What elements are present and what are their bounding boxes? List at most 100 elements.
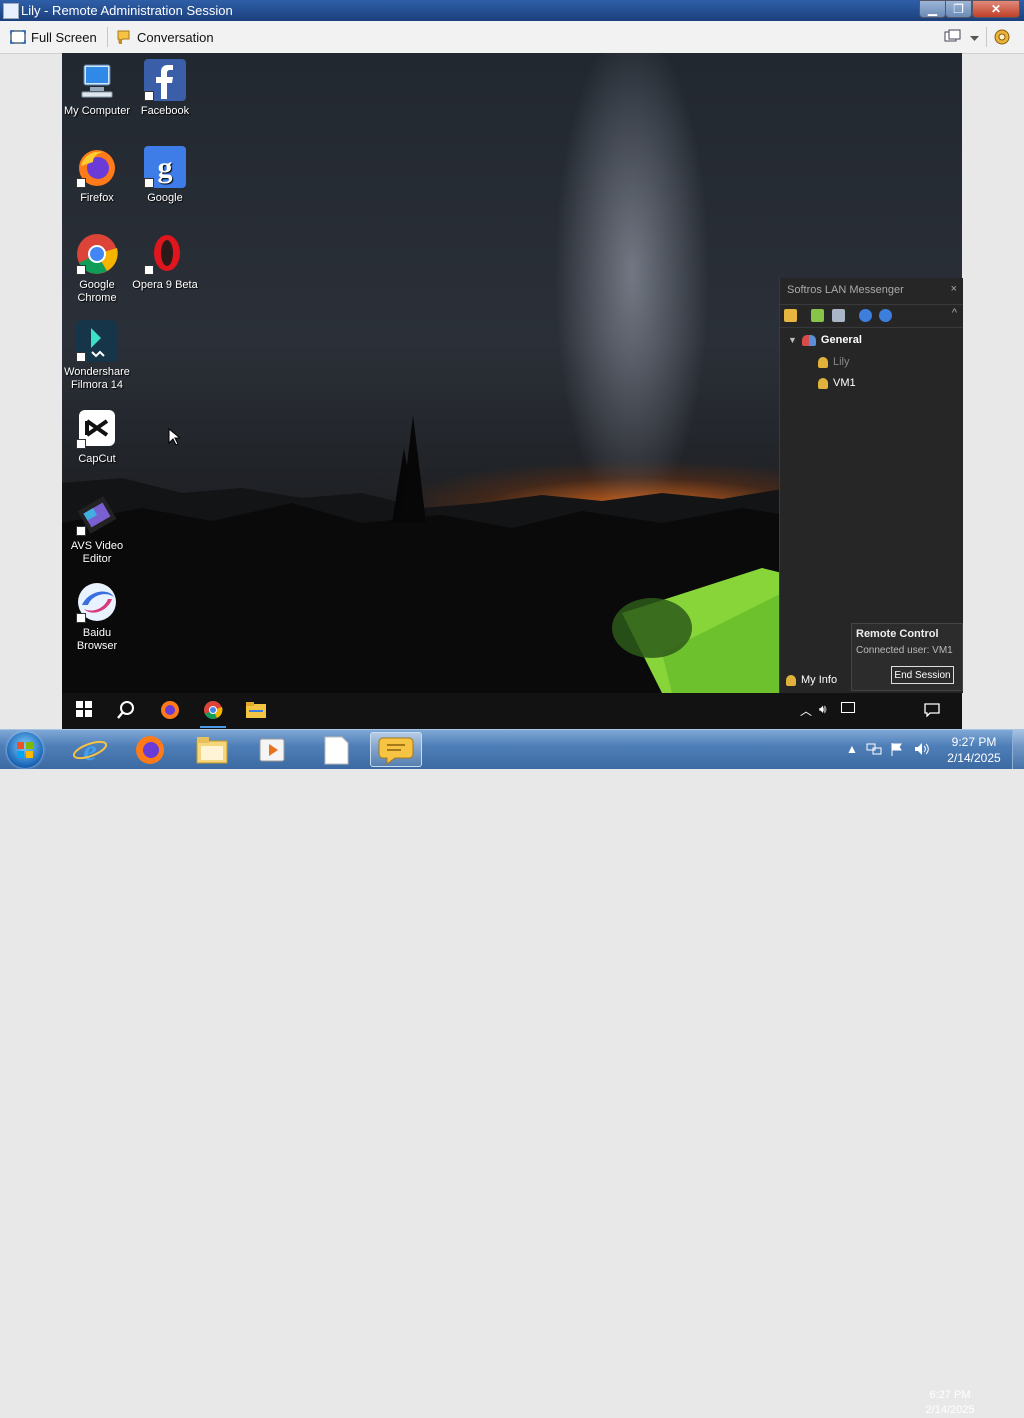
maximize-icon: ❐	[953, 2, 964, 16]
taskbar-media-player[interactable]	[246, 732, 298, 767]
help-icon[interactable]	[859, 309, 872, 322]
remote-control-popup: Remote Control Connected user: VM1 End S…	[851, 623, 963, 691]
desktop-icon-label: Google	[147, 192, 183, 204]
conversation-label: Conversation	[137, 29, 214, 45]
internet-explorer-icon: e	[72, 734, 108, 767]
group-icon	[801, 334, 816, 346]
desktop-icon-filmora[interactable]: Wondershare Filmora 14	[62, 320, 132, 392]
window-title-bar: Lily - Remote Administration Session ▁ ❐…	[0, 0, 1024, 21]
desktop-icon-baidu-browser[interactable]: Baidu Browser	[62, 581, 132, 653]
shortcut-arrow-icon	[144, 91, 154, 101]
settings-icon[interactable]	[784, 309, 797, 322]
facebook-icon	[144, 59, 186, 101]
view-mode-icon	[944, 29, 961, 42]
volume-icon[interactable]	[914, 742, 930, 759]
windows-orb-icon[interactable]	[7, 732, 43, 768]
desktop-icon-capcut[interactable]: CapCut	[62, 407, 132, 466]
google-icon: g	[144, 146, 186, 188]
network-icon[interactable]	[841, 702, 855, 713]
minimize-icon: ▁	[927, 2, 938, 16]
desktop-icon-firefox[interactable]: Firefox	[62, 146, 132, 205]
settings-button[interactable]	[993, 28, 1011, 49]
tray-chevron-up-icon[interactable]: ︿	[800, 702, 812, 719]
session-toolbar: Full Screen Conversation	[0, 21, 1024, 54]
network-icon[interactable]	[866, 742, 882, 759]
user-label: VM1	[833, 377, 856, 389]
messenger-close-button[interactable]: ×	[951, 283, 957, 295]
local-time: 9:27 PM	[951, 735, 997, 749]
desktop-icon-label: Wondershare Filmora 14	[64, 366, 130, 391]
remote-taskbar: ︿ 🔊︎ 6:27 PM 2/14/2025	[62, 693, 974, 1416]
toolbar-separator	[107, 27, 108, 47]
close-button[interactable]: ✕	[972, 0, 1020, 18]
local-clock[interactable]: 9:27 PM 2/14/2025	[936, 734, 1012, 766]
desktop-icon-facebook[interactable]: Facebook	[130, 59, 200, 118]
chat-bubble-icon	[378, 737, 414, 765]
group-label: General	[820, 334, 862, 346]
group-general[interactable]: ▼ General	[788, 334, 862, 346]
desktop-icon-my-computer[interactable]: My Computer	[62, 59, 132, 118]
chrome-icon[interactable]	[203, 700, 223, 720]
desktop-icon-google[interactable]: g Google	[130, 146, 200, 205]
remote-time: 6:27 PM	[929, 1389, 971, 1401]
shortcut-arrow-icon	[76, 439, 86, 449]
desktop-icon-label: AVS Video Editor	[70, 540, 124, 565]
messenger-title: Softros LAN Messenger	[787, 284, 904, 296]
gear-icon	[994, 29, 1010, 45]
opera-icon	[144, 233, 186, 275]
remote-clock[interactable]: 6:27 PM 2/14/2025	[924, 1388, 976, 1418]
shortcut-arrow-icon	[76, 265, 86, 275]
show-desktop-button[interactable]	[1012, 730, 1024, 769]
desktop-icon-label: Facebook	[140, 105, 190, 117]
desktop-icon-label: Baidu Browser	[76, 627, 118, 652]
shortcut-arrow-icon	[76, 178, 86, 188]
action-center-flag-icon[interactable]	[890, 742, 904, 759]
firefox-icon[interactable]	[160, 700, 180, 720]
shortcut-arrow-icon	[76, 352, 86, 362]
messenger-toolbar: ^	[780, 304, 963, 328]
user-icon	[818, 377, 828, 389]
expand-chevron-icon: ▼	[788, 335, 797, 345]
desktop-icon-opera[interactable]: Opera 9 Beta	[130, 233, 200, 292]
view-mode-button[interactable]	[944, 29, 962, 46]
taskbar-firefox[interactable]	[124, 732, 176, 767]
document-icon[interactable]	[832, 309, 845, 322]
firefox-icon	[136, 736, 164, 764]
user-item[interactable]: VM1	[818, 377, 856, 389]
full-screen-button[interactable]: Full Screen	[10, 28, 97, 46]
shortcut-arrow-icon	[144, 178, 154, 188]
local-date: 2/14/2025	[947, 751, 1001, 765]
desktop-icon-google-chrome[interactable]: Google Chrome	[62, 233, 132, 305]
windows-start-icon[interactable]	[76, 701, 92, 717]
shortcut-arrow-icon	[76, 613, 86, 623]
document-icon	[324, 736, 349, 765]
user-label: Lily	[833, 356, 850, 368]
search-icon[interactable]	[116, 700, 136, 720]
my-info-button[interactable]: My Info	[786, 674, 837, 686]
user-icon	[786, 674, 796, 686]
remote-date: 2/14/2025	[925, 1404, 975, 1416]
full-screen-label: Full Screen	[31, 29, 97, 45]
taskbar-softros-messenger[interactable]	[370, 732, 422, 767]
active-app-indicator	[200, 726, 226, 728]
capcut-icon	[76, 407, 118, 449]
user-item[interactable]: Lily	[818, 356, 850, 368]
info-icon[interactable]	[879, 309, 892, 322]
taskbar-windows-explorer[interactable]	[186, 732, 238, 767]
tray-expand-icon[interactable]: ▲	[846, 742, 858, 756]
folder-icon[interactable]	[811, 309, 824, 322]
end-session-button[interactable]: End Session	[891, 666, 954, 684]
taskbar-blank-document[interactable]	[310, 732, 362, 767]
minimize-button[interactable]: ▁	[919, 0, 946, 18]
notification-icon[interactable]	[924, 703, 940, 717]
maximize-button[interactable]: ❐	[945, 0, 972, 18]
collapse-icon[interactable]: ^	[952, 307, 957, 319]
chevron-down-icon[interactable]	[970, 31, 979, 45]
file-explorer-icon[interactable]	[246, 701, 266, 719]
taskbar-internet-explorer[interactable]: e	[64, 732, 116, 767]
my-info-label: My Info	[801, 674, 838, 686]
volume-icon[interactable]: 🔊︎	[819, 702, 827, 717]
conversation-button[interactable]: Conversation	[116, 28, 214, 46]
desktop-icon-avs-video-editor[interactable]: AVS Video Editor	[62, 494, 132, 566]
local-taskbar: e ▲ 9:27 PM 2/14/2025	[0, 729, 1024, 769]
